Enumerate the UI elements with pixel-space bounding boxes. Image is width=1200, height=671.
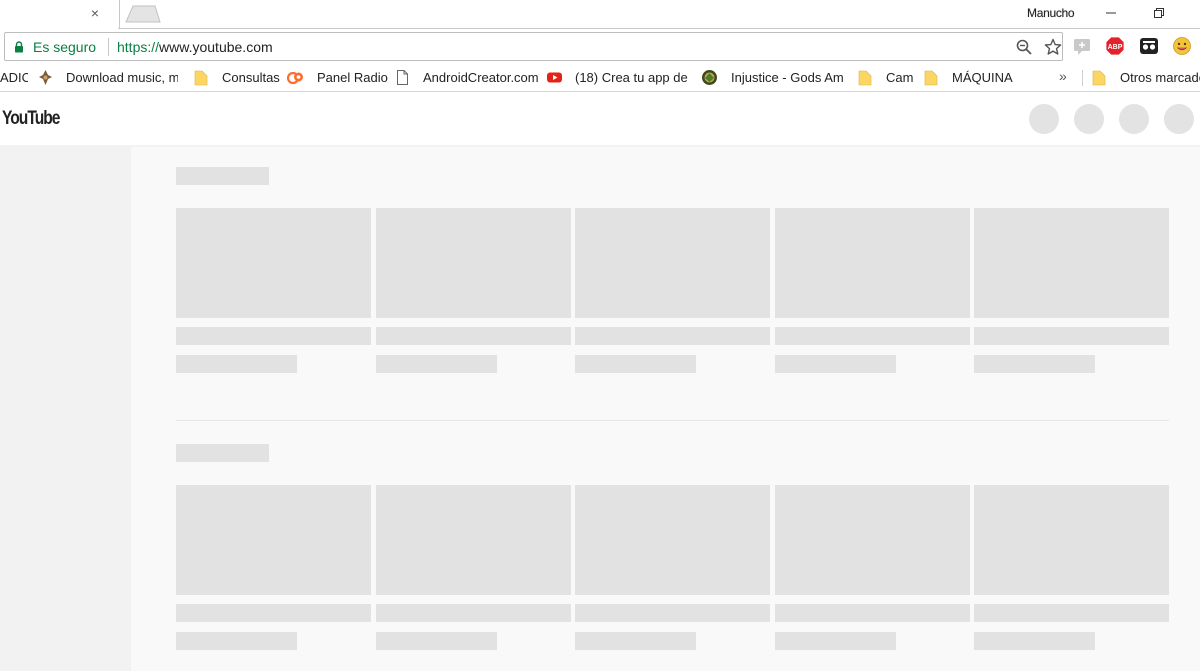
tab-strip: × Manucho <box>0 0 1200 28</box>
active-tab[interactable]: × <box>0 0 120 28</box>
more-bookmarks-chevron-icon[interactable]: » <box>1059 68 1067 84</box>
video-meta-placeholder <box>775 632 896 650</box>
header-button-placeholder[interactable] <box>1074 104 1104 134</box>
security-label[interactable]: Es seguro <box>33 39 96 55</box>
video-title-placeholder <box>575 604 770 622</box>
adblock-plus-icon[interactable]: ABP <box>1105 36 1125 56</box>
video-meta-placeholder <box>575 632 696 650</box>
zoom-icon[interactable] <box>1015 38 1033 56</box>
video-meta-placeholder <box>974 632 1095 650</box>
bookmark-item[interactable]: Cam <box>886 70 913 86</box>
bookmark-item[interactable]: ADIO <box>0 70 28 86</box>
header-button-placeholder[interactable] <box>1119 104 1149 134</box>
restore-button[interactable] <box>1139 0 1179 26</box>
bookmark-item[interactable]: AndroidCreator.com <box>423 70 539 86</box>
video-title-placeholder <box>775 327 970 345</box>
bookmark-item[interactable]: MÁQUINA <box>952 70 1013 86</box>
bookmark-item[interactable]: (18) Crea tu app de / <box>575 70 688 86</box>
sidebar-placeholder <box>0 145 131 671</box>
youtube-icon <box>547 72 562 83</box>
profile-name[interactable]: Manucho <box>1027 6 1075 20</box>
video-meta-placeholder <box>176 632 297 650</box>
adblock-text: ABP <box>1108 44 1123 51</box>
bookmark-item[interactable]: Download music, mo <box>66 70 178 86</box>
video-meta-placeholder <box>775 355 896 373</box>
other-bookmarks[interactable]: Otros marcadores <box>1120 70 1200 86</box>
video-meta-placeholder <box>376 632 497 650</box>
video-title-placeholder <box>575 327 770 345</box>
video-thumbnail-placeholder[interactable] <box>974 208 1169 318</box>
lock-icon[interactable] <box>14 41 24 53</box>
app-icon <box>39 70 52 85</box>
video-title-placeholder <box>376 327 571 345</box>
video-thumbnail-placeholder[interactable] <box>575 485 770 595</box>
video-title-placeholder <box>775 604 970 622</box>
video-title-placeholder <box>176 327 371 345</box>
bookmark-item[interactable]: Injustice - Gods Amo <box>731 70 843 86</box>
incognito-extension-icon[interactable] <box>1139 36 1159 56</box>
video-title-placeholder <box>376 604 571 622</box>
shelf-divider <box>176 420 1169 421</box>
url-scheme: https:// <box>117 39 160 55</box>
bookmarks-separator <box>1082 70 1083 86</box>
video-meta-placeholder <box>376 355 497 373</box>
new-tab-button[interactable] <box>125 5 161 23</box>
video-meta-placeholder <box>176 355 297 373</box>
minimize-button[interactable] <box>1091 0 1131 26</box>
avatar-placeholder[interactable] <box>1164 104 1194 134</box>
address-bar[interactable]: Es seguro https://www.youtube.com <box>4 32 1063 61</box>
video-thumbnail-placeholder[interactable] <box>176 208 371 318</box>
tab-close-icon[interactable]: × <box>88 5 102 21</box>
url-host: www.youtube.com <box>159 39 273 55</box>
video-thumbnail-placeholder[interactable] <box>775 208 970 318</box>
video-thumbnail-placeholder[interactable] <box>974 485 1169 595</box>
video-thumbnail-placeholder[interactable] <box>376 485 571 595</box>
emoji-extension-icon[interactable] <box>1172 36 1192 56</box>
video-title-placeholder <box>974 327 1169 345</box>
header-button-placeholder[interactable] <box>1029 104 1059 134</box>
page-icon <box>397 70 408 85</box>
minimize-icon <box>1106 12 1116 14</box>
video-thumbnail-placeholder[interactable] <box>575 208 770 318</box>
bookmarks-bar: ADIO Download music, mo Consultas Panel … <box>0 64 1200 92</box>
bookmark-item[interactable]: Panel Radio <box>317 70 388 86</box>
note-extension-icon[interactable] <box>1072 36 1092 56</box>
restore-icon <box>1154 8 1164 18</box>
shelf-title-placeholder <box>176 444 269 462</box>
folder-icon <box>194 70 208 86</box>
folder-icon <box>858 70 872 86</box>
youtube-page: YouTube <box>0 93 1200 671</box>
video-meta-placeholder <box>974 355 1095 373</box>
video-title-placeholder <box>176 604 371 622</box>
folder-icon <box>924 70 938 86</box>
cpanel-icon <box>287 71 303 85</box>
video-thumbnail-placeholder[interactable] <box>376 208 571 318</box>
folder-icon <box>1092 70 1106 86</box>
youtube-logo[interactable]: YouTube <box>2 108 60 130</box>
video-meta-placeholder <box>575 355 696 373</box>
url-text[interactable]: https://www.youtube.com <box>117 39 273 55</box>
video-thumbnail-placeholder[interactable] <box>176 485 371 595</box>
shelf-title-placeholder <box>176 167 269 185</box>
video-title-placeholder <box>974 604 1169 622</box>
omnibox-separator <box>108 38 109 56</box>
youtube-header: YouTube <box>0 93 1200 145</box>
game-icon <box>702 70 717 85</box>
bookmark-item[interactable]: Consultas <box>222 70 280 86</box>
video-thumbnail-placeholder[interactable] <box>775 485 970 595</box>
bookmark-star-icon[interactable] <box>1043 37 1063 57</box>
browser-toolbar: Es seguro https://www.youtube.com ABP <box>0 29 1200 64</box>
